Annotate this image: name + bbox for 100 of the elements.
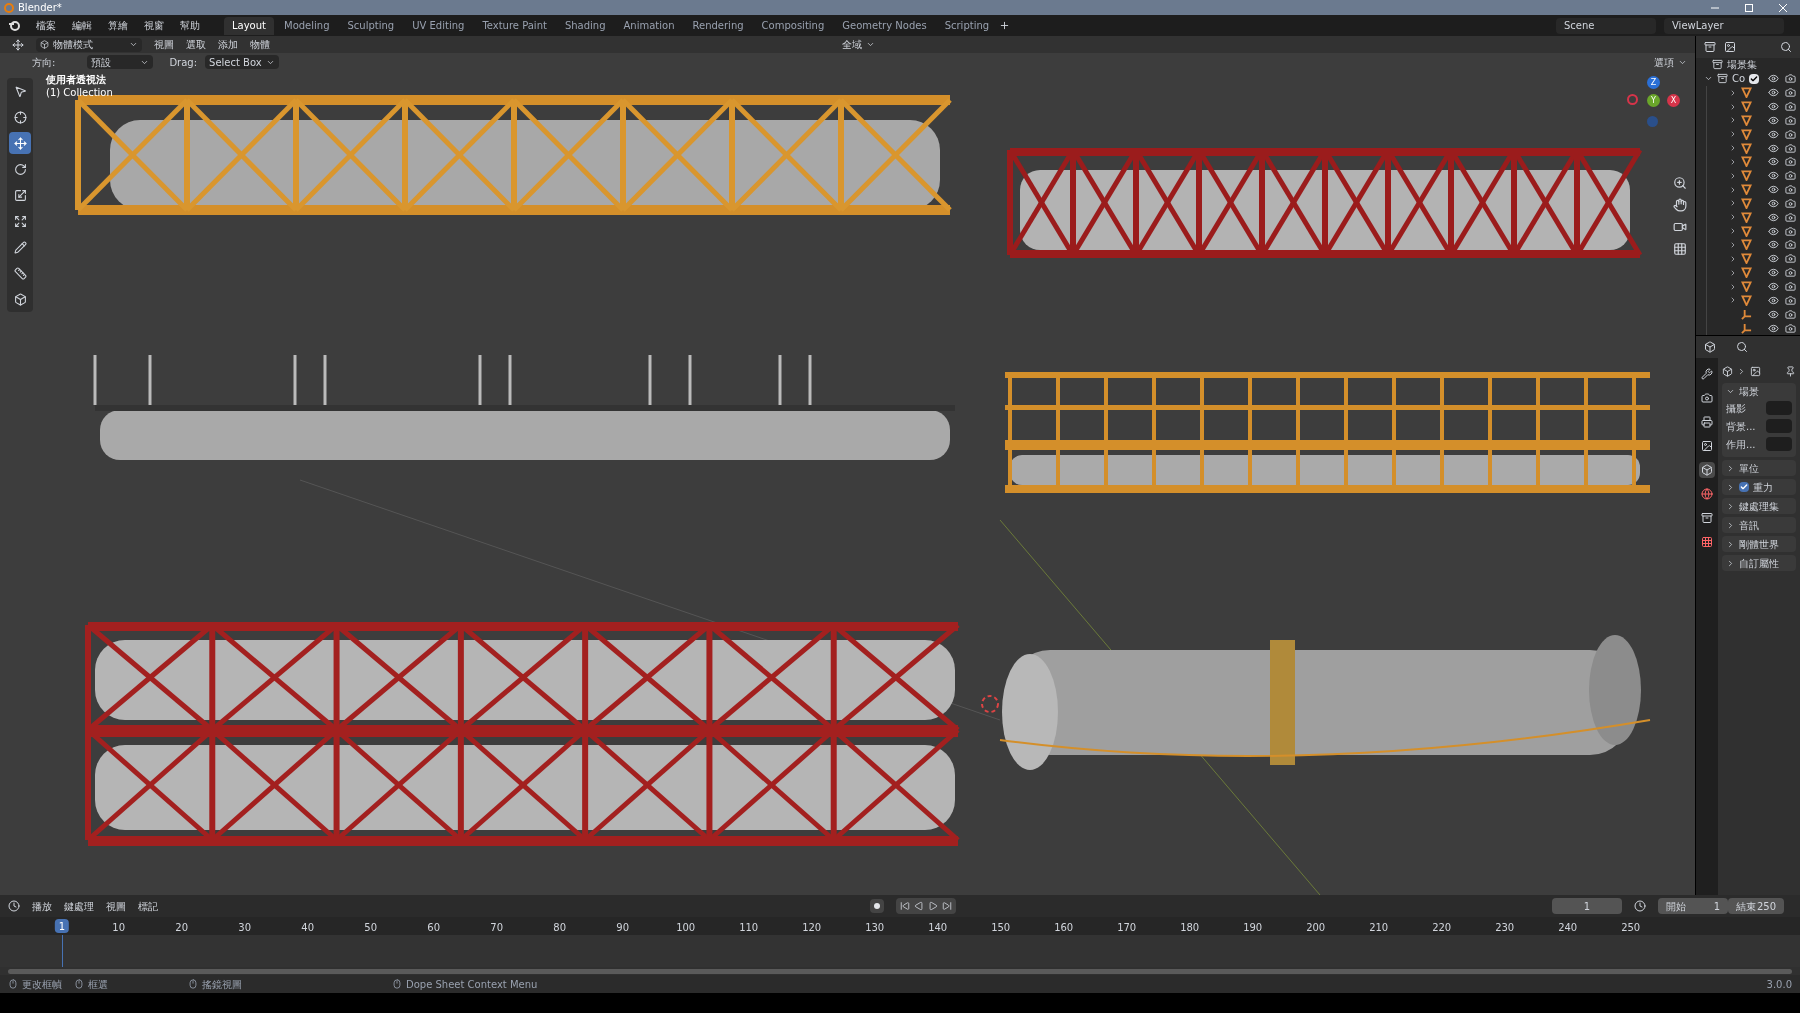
collection-label[interactable]: Co	[1732, 71, 1746, 87]
eye-icon[interactable]	[1768, 87, 1779, 99]
menu-item[interactable]: 視圖	[106, 898, 126, 914]
eye-icon[interactable]	[1768, 281, 1779, 292]
menu-item[interactable]: 視窗	[144, 18, 164, 33]
properties-tab[interactable]	[1699, 438, 1715, 454]
camera-icon[interactable]	[1785, 197, 1796, 209]
workspace-tab[interactable]: Scripting	[936, 16, 998, 35]
camera-icon[interactable]	[1785, 239, 1796, 251]
workspace-tab[interactable]: Compositing	[753, 16, 833, 35]
properties-tab[interactable]	[1699, 414, 1715, 430]
workspace-tab[interactable]: Sculpting	[339, 16, 403, 35]
menu-item[interactable]: 編輯	[72, 18, 92, 33]
x-axis-handle[interactable]: X	[1667, 94, 1680, 107]
workspace-tab[interactable]: Modeling	[276, 16, 338, 35]
options-dropdown[interactable]: 選項	[1654, 54, 1687, 70]
blender-logo-icon[interactable]	[8, 19, 20, 32]
add-workspace-icon[interactable]	[999, 20, 1011, 31]
stopwatch-icon[interactable]	[1634, 900, 1646, 912]
editor-type-icon[interactable]	[12, 38, 24, 51]
field-input[interactable]	[1766, 437, 1792, 451]
menu-item[interactable]: 選取	[186, 37, 206, 52]
menu-item[interactable]: 標記	[138, 898, 158, 914]
current-frame-field[interactable]: 1	[1552, 898, 1622, 914]
eye-icon[interactable]	[1768, 114, 1779, 126]
eye-icon[interactable]	[1768, 225, 1779, 237]
transform-orientation-dropdown[interactable]: 全域	[842, 37, 875, 52]
pin-icon[interactable]	[1785, 365, 1796, 377]
camera-icon[interactable]	[1785, 73, 1796, 85]
jump-start-icon[interactable]	[900, 901, 910, 911]
camera-icon[interactable]	[1785, 308, 1796, 320]
eye-icon[interactable]	[1768, 170, 1779, 182]
eye-icon[interactable]	[1768, 128, 1779, 140]
eye-icon[interactable]	[1768, 73, 1779, 85]
workspace-tab[interactable]: Geometry Nodes	[834, 16, 935, 35]
properties-tab[interactable]	[1699, 462, 1715, 478]
eye-icon[interactable]	[1768, 211, 1779, 223]
jump-end-icon[interactable]	[942, 901, 952, 911]
eye-icon[interactable]	[1768, 239, 1779, 251]
eye-icon[interactable]	[1768, 197, 1779, 209]
camera-icon[interactable]	[1785, 101, 1796, 113]
scene-field[interactable]: Scene	[1556, 17, 1656, 34]
field-input[interactable]	[1766, 419, 1792, 433]
maximize-icon[interactable]	[1744, 2, 1754, 13]
search-icon[interactable]	[1780, 40, 1792, 53]
play-icon[interactable]	[928, 901, 938, 911]
drag-dropdown[interactable]: Select Box	[205, 55, 279, 69]
camera-icon[interactable]	[1785, 211, 1796, 223]
menu-item[interactable]: 幫助	[180, 18, 200, 33]
properties-tab[interactable]	[1699, 390, 1715, 406]
eye-icon[interactable]	[1768, 253, 1779, 265]
field-input[interactable]	[1766, 401, 1792, 415]
camera-icon[interactable]	[1785, 87, 1796, 99]
orientation-dropdown[interactable]: 預設	[87, 55, 154, 69]
camera-icon[interactable]	[1785, 225, 1796, 237]
eye-icon[interactable]	[1768, 184, 1779, 196]
workspace-tab[interactable]: Animation	[615, 16, 683, 35]
workspace-tab[interactable]: UV Editing	[404, 16, 473, 35]
pan-hand-icon[interactable]	[1673, 198, 1687, 212]
camera-icon[interactable]	[1785, 128, 1796, 140]
workspace-tab[interactable]: Shading	[556, 16, 614, 35]
menu-item[interactable]: 播放	[32, 898, 52, 914]
section-checkbox[interactable]	[1739, 482, 1749, 492]
camera-icon[interactable]	[1785, 184, 1796, 196]
menu-item[interactable]: 算繪	[108, 18, 128, 33]
zoom-icon[interactable]	[1673, 176, 1687, 190]
eye-icon[interactable]	[1768, 101, 1779, 113]
play-reverse-icon[interactable]	[914, 901, 924, 911]
negative-z-axis-handle[interactable]	[1647, 116, 1658, 127]
camera-icon[interactable]	[1785, 170, 1796, 182]
z-axis-handle[interactable]: Z	[1647, 76, 1660, 89]
properties-tab[interactable]	[1699, 486, 1715, 502]
camera-icon[interactable]	[1785, 267, 1796, 279]
grid-view-icon[interactable]	[1673, 242, 1687, 256]
close-icon[interactable]	[1778, 2, 1788, 13]
camera-icon[interactable]	[1785, 114, 1796, 126]
editor-type-icon[interactable]	[1704, 341, 1716, 353]
current-frame-marker[interactable]: 1	[54, 919, 70, 933]
camera-icon[interactable]	[1785, 142, 1796, 154]
eye-icon[interactable]	[1768, 267, 1779, 279]
camera-view-icon[interactable]	[1673, 220, 1687, 234]
menu-item[interactable]: 檔案	[36, 18, 56, 33]
eye-icon[interactable]	[1768, 156, 1779, 168]
menu-item[interactable]: 添加	[218, 37, 238, 52]
search-icon[interactable]	[1736, 341, 1748, 353]
mode-dropdown[interactable]: 物體模式	[36, 37, 142, 52]
camera-icon[interactable]	[1785, 281, 1796, 292]
editor-type-icon[interactable]	[8, 900, 20, 912]
move-tool-icon[interactable]	[9, 132, 31, 154]
eye-icon[interactable]	[1768, 308, 1779, 320]
camera-icon[interactable]	[1785, 322, 1796, 334]
workspace-tab[interactable]: Texture Paint	[474, 16, 555, 35]
camera-icon[interactable]	[1785, 253, 1796, 265]
start-frame-field[interactable]: 開始 1	[1658, 898, 1728, 914]
display-mode-icon[interactable]	[1704, 40, 1716, 53]
end-frame-field[interactable]: 結束250	[1728, 898, 1784, 914]
scrollbar[interactable]	[8, 968, 1792, 974]
camera-icon[interactable]	[1785, 294, 1796, 306]
eye-icon[interactable]	[1768, 294, 1779, 306]
menu-item[interactable]: 鍵處理	[64, 898, 94, 914]
